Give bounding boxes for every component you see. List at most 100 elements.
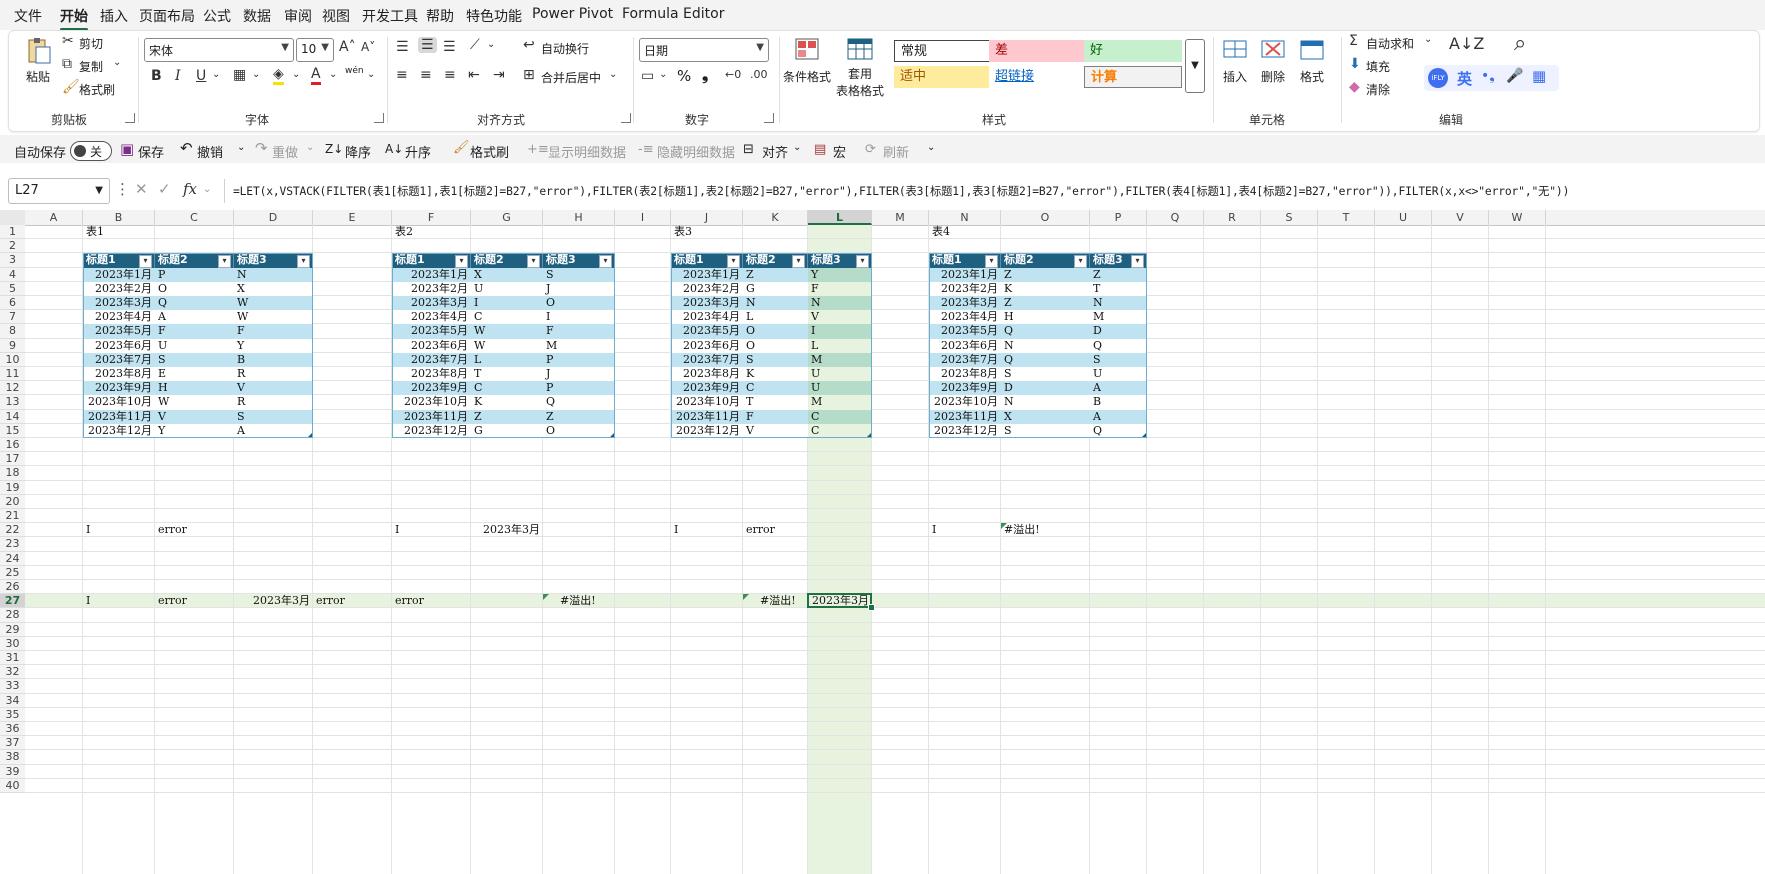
autosum-icon[interactable]: Σ	[1349, 33, 1358, 49]
format-painter-icon[interactable]: 🖌	[62, 79, 80, 95]
table-header-cell[interactable]: 标题2 ▾	[471, 253, 543, 269]
column-header[interactable]: U	[1375, 210, 1432, 225]
error-indicator[interactable]	[543, 594, 549, 601]
border-icon[interactable]: ▦	[233, 67, 246, 83]
formula-input[interactable]: =LET(x,VSTACK(FILTER(表1[标题1],表1[标题2]=B27…	[233, 183, 1569, 199]
table-header-cell[interactable]: 标题3 ▾	[543, 253, 615, 269]
align-left-icon[interactable]: ≡	[396, 67, 408, 83]
number-format-combo[interactable]: 日期 ▼	[639, 38, 769, 62]
column-header[interactable]: B	[83, 210, 155, 225]
style-good[interactable]: 好	[1084, 40, 1182, 62]
insert-function-icon[interactable]: fx	[183, 180, 197, 198]
row-header[interactable]: 39	[0, 764, 25, 779]
column-header[interactable]: M	[872, 210, 929, 225]
chevron-down-icon[interactable]: ⌄	[212, 69, 220, 80]
align-icon[interactable]: ⊟	[743, 142, 754, 157]
microphone-icon[interactable]: 🎤	[1506, 68, 1523, 84]
show-detail-icon[interactable]: +≡	[527, 142, 549, 157]
row-header[interactable]: 5	[0, 281, 25, 296]
sort-filter-icon[interactable]: A↓Z	[1449, 34, 1484, 53]
row-header[interactable]: 8	[0, 324, 25, 339]
column-header[interactable]: D	[234, 210, 313, 225]
redo-icon[interactable]: ↷	[255, 139, 268, 157]
row-header[interactable]: 25	[0, 565, 25, 580]
autosave-toggle[interactable]: 关	[70, 141, 112, 161]
underline-icon[interactable]: U	[196, 68, 206, 84]
menu-item[interactable]: 文件	[14, 6, 42, 26]
wrap-text-button[interactable]: 自动换行	[541, 40, 589, 57]
row-header[interactable]: 34	[0, 693, 25, 708]
font-name-combo[interactable]: 宋体 ▼	[144, 38, 294, 62]
sort-desc-button[interactable]: 降序	[345, 142, 371, 161]
chevron-down-icon[interactable]: ⌄	[609, 69, 617, 80]
italic-icon[interactable]: I	[175, 68, 181, 84]
table-header-cell[interactable]: 标题1 ▾	[671, 253, 743, 269]
qat-format-painter-button[interactable]: 格式刷	[470, 142, 509, 161]
font-launcher[interactable]	[374, 113, 384, 123]
column-header[interactable]: I	[615, 210, 671, 225]
format-cells-button[interactable]: 格式	[1296, 37, 1328, 85]
style-normal[interactable]: 常规	[894, 40, 992, 62]
filter-dropdown-icon[interactable]: ▾	[218, 255, 231, 269]
filter-dropdown-icon[interactable]: ▾	[985, 255, 998, 269]
chevron-down-icon[interactable]: ⌄	[367, 69, 375, 80]
row-header[interactable]: 4	[0, 267, 25, 282]
row-header[interactable]: 31	[0, 651, 25, 666]
align-bottom-icon[interactable]: ☰	[443, 39, 456, 55]
delete-cells-button[interactable]: 删除	[1257, 37, 1289, 85]
increase-decimal-icon[interactable]: ←0	[725, 68, 741, 81]
decrease-indent-icon[interactable]: ⇤	[468, 67, 480, 83]
column-header[interactable]: Q	[1147, 210, 1204, 225]
row-header[interactable]: 22	[0, 523, 25, 538]
row-header[interactable]: 24	[0, 551, 25, 566]
wrap-text-icon[interactable]: ↩	[523, 37, 535, 53]
orientation-icon[interactable]: ⟋	[470, 37, 480, 53]
column-header[interactable]: G	[471, 210, 543, 225]
row-header[interactable]: 14	[0, 409, 25, 424]
row-header[interactable]: 17	[0, 452, 25, 467]
column-header[interactable]: C	[155, 210, 234, 225]
column-header[interactable]: V	[1432, 210, 1489, 225]
comma-button[interactable]: ❟	[702, 65, 708, 85]
shrink-font-icon[interactable]: A˅	[361, 40, 375, 54]
table-header-cell[interactable]: 标题1 ▾	[83, 253, 155, 269]
table-header-cell[interactable]: 标题3 ▾	[1090, 253, 1147, 269]
table-header-cell[interactable]: 标题2 ▾	[743, 253, 808, 269]
chevron-down-icon[interactable]: ⌄	[329, 69, 337, 80]
enter-icon[interactable]: ✓	[158, 180, 171, 198]
sort-desc-icon[interactable]: Z↓	[325, 142, 343, 156]
increase-indent-icon[interactable]: ⇥	[493, 67, 505, 83]
select-all-corner[interactable]	[0, 210, 25, 225]
style-neutral[interactable]: 适中	[894, 66, 992, 88]
align-top-icon[interactable]: ☰	[396, 39, 409, 55]
table-resize-handle[interactable]	[610, 433, 614, 437]
row-header[interactable]: 20	[0, 494, 25, 509]
sort-asc-button[interactable]: 升序	[405, 142, 431, 161]
table-resize-handle[interactable]	[867, 433, 871, 437]
style-calculation[interactable]: 计算	[1084, 66, 1182, 88]
column-header[interactable]: T	[1318, 210, 1375, 225]
error-indicator[interactable]	[1001, 523, 1007, 530]
align-center-icon[interactable]: ≡	[420, 67, 432, 83]
table-resize-handle[interactable]	[1142, 433, 1146, 437]
filter-dropdown-icon[interactable]: ▾	[139, 255, 152, 269]
column-header[interactable]: W	[1489, 210, 1546, 225]
align-button[interactable]: 对齐	[762, 142, 788, 161]
column-header[interactable]: A	[25, 210, 83, 225]
redo-button[interactable]: 重做	[272, 142, 298, 161]
undo-icon[interactable]: ↶	[180, 139, 193, 157]
copy-icon[interactable]: ⧉	[62, 56, 72, 72]
filter-dropdown-icon[interactable]: ▾	[792, 255, 805, 269]
hide-detail-button[interactable]: 隐藏明细数据	[657, 142, 735, 161]
column-header[interactable]: O	[1001, 210, 1090, 225]
grow-font-icon[interactable]: A˄	[339, 39, 356, 55]
row-header[interactable]: 35	[0, 707, 25, 722]
refresh-button[interactable]: 刷新	[883, 142, 909, 161]
filter-dropdown-icon[interactable]: ▾	[599, 255, 612, 269]
row-header[interactable]: 10	[0, 352, 25, 367]
font-color-icon[interactable]: A	[311, 66, 321, 85]
menu-item[interactable]: Power Pivot	[532, 6, 613, 22]
style-bad[interactable]: 差	[989, 40, 1087, 62]
filter-dropdown-icon[interactable]: ▾	[527, 255, 540, 269]
row-header[interactable]: 28	[0, 608, 25, 623]
